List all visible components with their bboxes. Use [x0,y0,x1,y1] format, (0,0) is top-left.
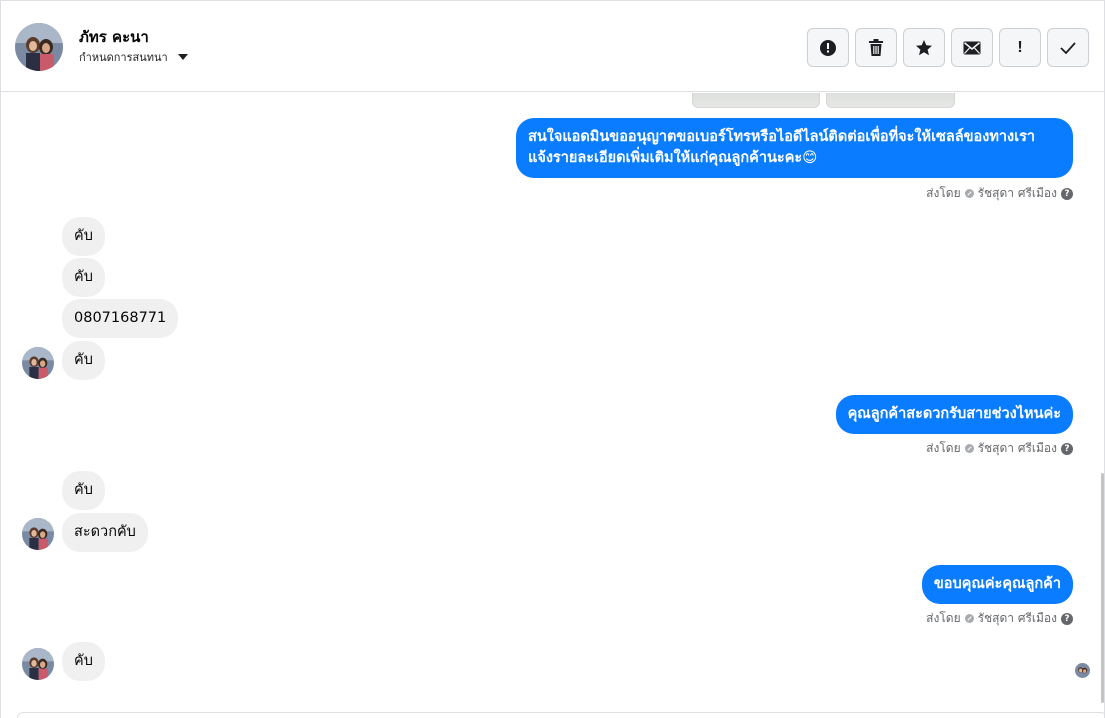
incoming-message[interactable]: คับ [62,642,105,681]
delete-button[interactable] [855,28,897,67]
agent-status-icon [964,614,974,623]
agent-status-icon [964,189,974,198]
contact-avatar-small [22,347,54,379]
incoming-message[interactable]: คับ [62,258,105,297]
image-attachment[interactable] [826,93,955,108]
inbox-conversation: ภัทร คะนา กำหนดการสนทนา ! สนใจแอดมินขออน… [0,0,1105,718]
agent-name: รัชสุดา ศรีเมือง [977,186,1057,200]
mark-done-button[interactable] [1047,28,1089,67]
assign-conversation-dropdown[interactable]: กำหนดการสนทนา [79,48,188,66]
alert-circle-icon [820,39,836,56]
follow-up-button[interactable]: ! [999,28,1041,67]
contact-avatar-small [22,518,54,550]
sent-by-label: ส่งโดย [926,186,961,200]
incoming-message[interactable]: 0807168771 [62,299,179,338]
sent-by-label: ส่งโดย [926,611,961,625]
outgoing-message[interactable]: คุณลูกค้าสะดวกรับสายช่วงไหนค่ะ [835,395,1073,434]
sent-by-meta: ส่งโดย รัชสุดา ศรีเมือง ? [926,184,1073,203]
trash-icon [869,38,883,56]
message-line: แจ้งรายละเอียดเพิ่มเติมให้แก่คุณลูกค้านะ… [528,150,818,166]
incoming-message[interactable]: คับ [62,341,105,380]
help-icon[interactable]: ? [1061,612,1073,625]
outgoing-message[interactable]: สนใจแอดมินขออนุญาตขอเบอร์โทรหรือไอดีไลน์… [516,118,1073,178]
outgoing-message[interactable]: ขอบคุณค่ะคุณลูกค้า [921,565,1073,604]
incoming-message[interactable]: คับ [62,471,105,510]
contact-name[interactable]: ภัทร คะนา [79,25,149,49]
agent-name: รัชสุดา ศรีเมือง [977,441,1057,455]
conversation-toolbar: ! [807,28,1089,67]
assign-label: กำหนดการสนทนา [79,51,168,64]
incoming-message[interactable]: คับ [62,217,105,256]
star-button[interactable] [903,28,945,67]
sent-by-label: ส่งโดย [926,441,961,455]
caret-down-icon [177,54,188,60]
exclamation-icon: ! [1017,38,1023,56]
incoming-message[interactable]: สะดวกคับ [62,513,148,552]
scrollbar[interactable] [1101,473,1104,703]
check-icon [1060,41,1076,54]
contact-avatar[interactable] [15,23,63,71]
conversation-header: ภัทร คะนา กำหนดการสนทนา ! [1,0,1104,92]
contact-avatar-small [22,648,54,680]
message-line: สนใจแอดมินขออนุญาตขอเบอร์โทรหรือไอดีไลน์… [528,129,1036,145]
sent-by-meta: ส่งโดย รัชสุดา ศรีเมือง ? [926,439,1073,458]
help-icon[interactable]: ? [1061,187,1073,200]
image-attachment[interactable] [692,93,820,108]
star-icon [916,39,932,55]
mark-spam-button[interactable] [807,28,849,67]
seen-receipt-avatar [1075,663,1090,678]
envelope-icon [963,41,981,54]
sent-by-meta: ส่งโดย รัชสุดา ศรีเมือง ? [926,609,1073,628]
agent-status-icon [964,444,974,453]
agent-name: รัชสุดา ศรีเมือง [977,611,1057,625]
message-composer[interactable] [17,712,1104,718]
help-icon[interactable]: ? [1061,442,1073,455]
message-thread[interactable]: สนใจแอดมินขออนุญาตขอเบอร์โทรหรือไอดีไลน์… [1,93,1104,718]
mark-unread-button[interactable] [951,28,993,67]
